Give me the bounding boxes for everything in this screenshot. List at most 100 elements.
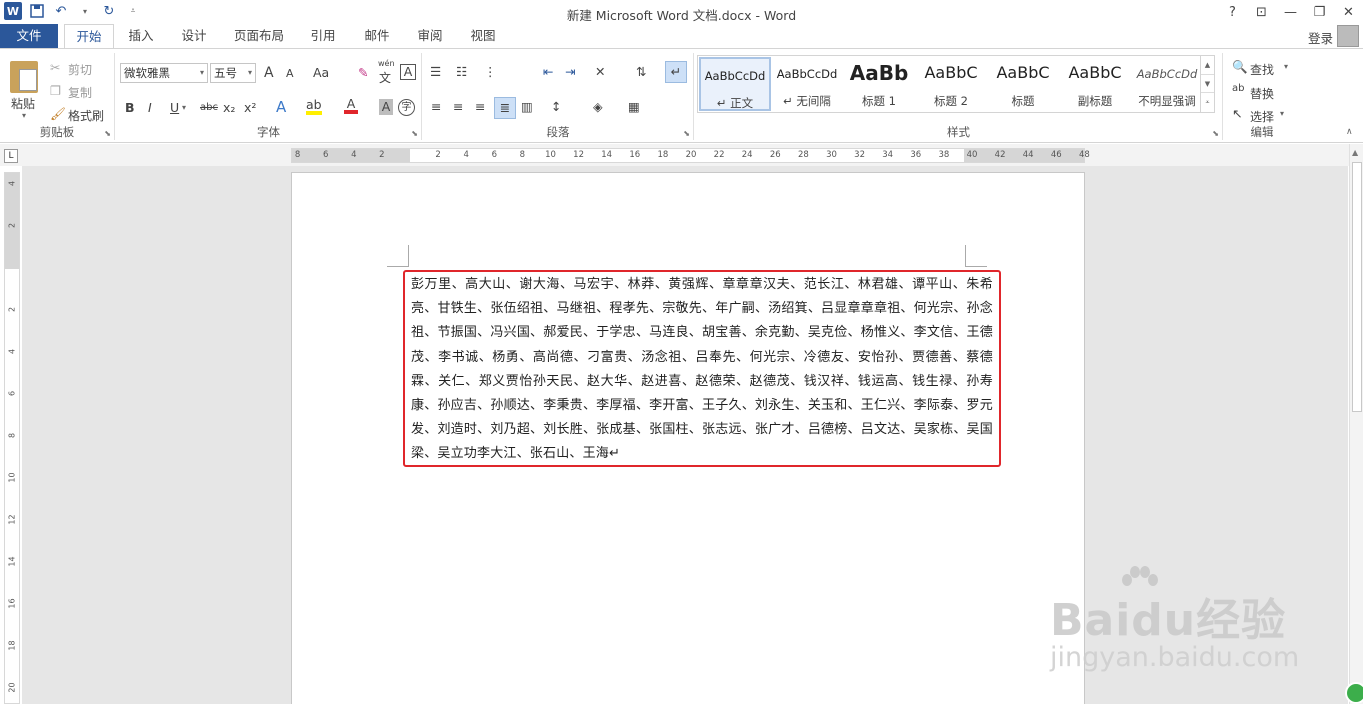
show-marks-icon[interactable]: ↵: [665, 61, 687, 83]
find-dropdown-icon[interactable]: ▾: [1284, 62, 1288, 71]
tab-view[interactable]: 视图: [460, 24, 506, 48]
clear-formatting-icon[interactable]: ✎: [358, 65, 368, 80]
font-color-button[interactable]: A: [344, 97, 358, 114]
copy-icon[interactable]: ❐: [50, 83, 61, 98]
ruler-tick-label: 6: [322, 150, 329, 160]
shrink-font-button[interactable]: A: [286, 67, 294, 80]
superscript-button[interactable]: x²: [244, 100, 256, 115]
styles-launcher-icon[interactable]: ⬊: [1212, 129, 1219, 138]
sort-icon[interactable]: ⇅: [636, 64, 646, 79]
style-heading-1[interactable]: AaBb 标题 1: [843, 57, 915, 111]
text-effects-button[interactable]: A: [276, 98, 286, 116]
enclose-characters-button[interactable]: 字: [398, 99, 415, 116]
font-launcher-icon[interactable]: ⬊: [411, 129, 418, 138]
justify-icon[interactable]: ≣: [494, 97, 516, 119]
bullets-icon[interactable]: ☰: [430, 64, 441, 79]
format-painter-icon[interactable]: 🖌: [50, 106, 66, 122]
paste-icon[interactable]: [10, 61, 38, 93]
tab-home[interactable]: 开始: [64, 24, 114, 49]
styles-up-icon[interactable]: ▲: [1201, 56, 1214, 74]
borders-icon[interactable]: ▦: [628, 99, 640, 114]
font-name-combo[interactable]: 微软雅黑 ▾: [120, 63, 208, 83]
highlighted-paragraph-box[interactable]: 彭万里、高大山、谢大海、马宏宇、林莽、黄强辉、章章章汉夫、范长江、林君雄、谭平山…: [403, 270, 1001, 467]
scroll-up-icon[interactable]: ▲: [1352, 148, 1358, 157]
scrollbar-thumb[interactable]: [1352, 162, 1362, 412]
minimize-button[interactable]: —: [1276, 0, 1305, 24]
clipboard-launcher-icon[interactable]: ⬊: [104, 129, 111, 138]
paste-dropdown-icon[interactable]: ▾: [22, 111, 26, 120]
format-painter-button[interactable]: 格式刷: [68, 107, 104, 124]
font-size-dropdown-icon[interactable]: ▾: [248, 64, 252, 82]
cut-button[interactable]: 剪切: [68, 61, 92, 78]
vertical-ruler[interactable]: 4 2 2 4 6 8 10 12 14 16 18 20: [4, 172, 20, 704]
sign-in-link[interactable]: 登录: [1308, 28, 1333, 47]
underline-button[interactable]: U: [170, 100, 179, 115]
tab-file[interactable]: 文件: [0, 24, 58, 48]
style-normal[interactable]: AaBbCcDd ↵ 正文: [699, 57, 771, 111]
help-button[interactable]: ?: [1218, 0, 1247, 24]
line-spacing-icon[interactable]: ↕: [551, 99, 561, 114]
tab-selector[interactable]: L: [4, 149, 18, 163]
close-button[interactable]: ✕: [1334, 0, 1363, 24]
select-icon[interactable]: ↖: [1232, 106, 1242, 121]
character-border-button[interactable]: A: [400, 64, 416, 80]
avatar[interactable]: [1337, 25, 1359, 47]
numbering-icon[interactable]: ☷: [456, 64, 467, 79]
italic-button[interactable]: I: [148, 100, 152, 115]
find-button[interactable]: 查找: [1250, 61, 1274, 78]
styles-scroll[interactable]: ▲ ▼ ⩡: [1200, 56, 1214, 112]
paste-button[interactable]: 粘贴: [11, 95, 35, 112]
change-case-button[interactable]: Aa: [313, 65, 329, 80]
grow-font-button[interactable]: A: [264, 65, 274, 81]
collapse-ribbon-icon[interactable]: ∧: [1346, 127, 1353, 137]
ribbon-display-options-button[interactable]: ⊡: [1247, 0, 1276, 24]
tab-references[interactable]: 引用: [300, 24, 346, 48]
tab-page-layout[interactable]: 页面布局: [226, 24, 292, 48]
distributed-icon[interactable]: ▥: [521, 99, 533, 114]
highlight-button[interactable]: ab: [306, 98, 322, 115]
chinese-layout-icon[interactable]: ✕: [595, 64, 605, 79]
body-paragraph[interactable]: 彭万里、高大山、谢大海、马宏宇、林莽、黄强辉、章章章汉夫、范长江、林君雄、谭平山…: [411, 273, 993, 467]
status-badge: [1345, 682, 1363, 704]
style-subtle-emphasis[interactable]: AaBbCcDd 不明显强调: [1131, 57, 1203, 111]
align-right-icon[interactable]: ≡: [475, 99, 485, 114]
find-icon[interactable]: 🔍: [1232, 59, 1248, 75]
style-subtitle[interactable]: AaBbC 副标题: [1059, 57, 1131, 111]
style-no-spacing[interactable]: AaBbCcDd ↵ 无间隔: [771, 57, 843, 111]
phonetic-guide-button[interactable]: 文: [379, 69, 391, 86]
restore-button[interactable]: ❐: [1305, 0, 1334, 24]
style-title[interactable]: AaBbC 标题: [987, 57, 1059, 111]
replace-button[interactable]: 替换: [1250, 85, 1274, 102]
strikethrough-button[interactable]: abc: [200, 102, 218, 113]
tab-design[interactable]: 设计: [171, 24, 217, 48]
increase-indent-icon[interactable]: ⇥: [565, 64, 575, 79]
document-page[interactable]: 彭万里、高大山、谢大海、马宏宇、林莽、黄强辉、章章章汉夫、范长江、林君雄、谭平山…: [291, 172, 1085, 704]
styles-down-icon[interactable]: ▼: [1201, 74, 1214, 92]
bold-button[interactable]: B: [125, 100, 135, 115]
align-center-icon[interactable]: ≡: [453, 99, 463, 114]
decrease-indent-icon[interactable]: ⇤: [543, 64, 553, 79]
tab-review[interactable]: 审阅: [407, 24, 453, 48]
ruler-tick-label: 48: [1078, 150, 1090, 160]
styles-more-icon[interactable]: ⩡: [1201, 92, 1214, 110]
replace-icon[interactable]: ab: [1232, 83, 1244, 94]
select-dropdown-icon[interactable]: ▾: [1280, 109, 1284, 118]
horizontal-ruler[interactable]: 8 6 4 2 2 4 6 8 10 12 14 16 18 20 22 24 26 28 30 32 34 36 38 40…: [291, 148, 1090, 163]
tab-mailings[interactable]: 邮件: [354, 24, 400, 48]
shading-icon[interactable]: ◈: [593, 99, 603, 114]
cut-icon[interactable]: ✂: [50, 60, 60, 75]
character-shading-button[interactable]: A: [379, 99, 393, 115]
tab-insert[interactable]: 插入: [118, 24, 164, 48]
vertical-scrollbar[interactable]: ▲: [1349, 144, 1363, 704]
align-left-icon[interactable]: ≡: [431, 99, 441, 114]
paragraph-launcher-icon[interactable]: ⬊: [683, 129, 690, 138]
underline-dropdown-icon[interactable]: ▾: [182, 103, 186, 112]
font-name-dropdown-icon[interactable]: ▾: [200, 64, 204, 82]
select-button[interactable]: 选择: [1250, 108, 1274, 125]
font-size-combo[interactable]: 五号 ▾: [210, 63, 256, 83]
phonetic-guide-label[interactable]: wén: [378, 59, 395, 68]
copy-button[interactable]: 复制: [68, 84, 92, 101]
multilevel-list-icon[interactable]: ⋮: [484, 64, 497, 79]
subscript-button[interactable]: x₂: [223, 100, 235, 115]
style-heading-2[interactable]: AaBbC 标题 2: [915, 57, 987, 111]
